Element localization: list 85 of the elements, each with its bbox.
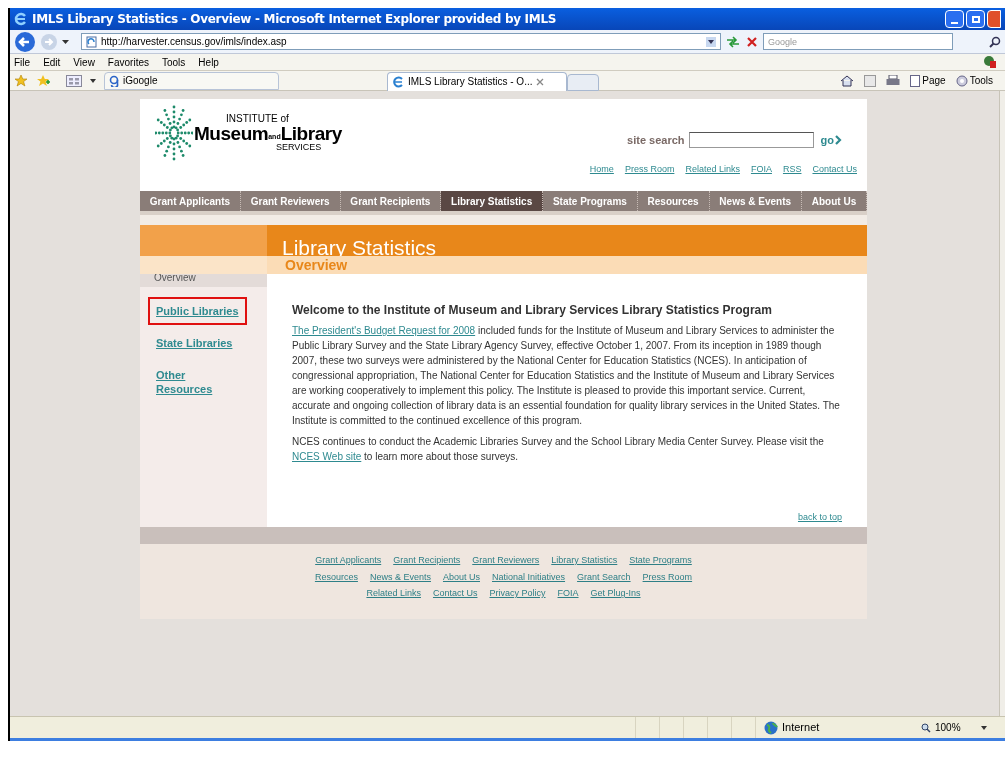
header-link[interactable]: Press Room: [624, 162, 675, 176]
menu-item[interactable]: Tools: [162, 54, 186, 70]
nav-tab[interactable]: Library Statistics: [441, 191, 544, 211]
banner-title: Library Statistics: [282, 236, 437, 259]
sidebar-link[interactable]: Public Libraries: [150, 299, 245, 323]
restore-button[interactable]: [966, 10, 985, 28]
back-button-icon[interactable]: [14, 30, 36, 53]
printer-icon[interactable]: [886, 74, 901, 87]
back-to-top-link[interactable]: back to top: [797, 510, 842, 524]
header-link[interactable]: Contact Us: [812, 162, 857, 176]
quick-tabs-icon[interactable]: [66, 74, 82, 87]
close-tab-icon[interactable]: [536, 77, 545, 86]
footer-link[interactable]: Contact Us: [432, 587, 478, 601]
feed-icon[interactable]: [864, 74, 877, 87]
minimize-button[interactable]: [945, 10, 964, 28]
footer-link[interactable]: National Initiatives: [492, 570, 566, 584]
stop-icon[interactable]: [745, 34, 759, 49]
menu-item[interactable]: Edit: [43, 54, 61, 70]
content-heading: Welcome to the Institute of Museum and Library Services Library Statistics Program: [292, 302, 773, 319]
logo-text: Museum: [194, 124, 269, 143]
command-button[interactable]: Page: [910, 73, 946, 88]
home-icon[interactable]: [840, 74, 855, 87]
search-field[interactable]: Google: [763, 33, 953, 50]
menu-item[interactable]: Favorites: [107, 54, 149, 70]
go-button[interactable]: go: [820, 132, 842, 149]
search-icon[interactable]: [989, 35, 1001, 48]
footer-link[interactable]: Privacy Policy: [489, 587, 546, 601]
sidebar-link[interactable]: Other Resources: [150, 363, 245, 401]
banner-subtitle: Overview: [285, 256, 348, 275]
favorite-link[interactable]: iGoogle: [104, 71, 279, 90]
footer-link[interactable]: Grant Recipients: [393, 554, 461, 568]
zoom-icon: [921, 722, 931, 733]
footer-link[interactable]: About Us: [442, 570, 480, 584]
menu-item[interactable]: Help: [198, 54, 219, 70]
footer-link[interactable]: Get Plug-Ins: [590, 587, 641, 601]
menu-item[interactable]: File: [14, 54, 31, 70]
paragraph: NCES continues to conduct the Academic Libraries Survey and the School Library Media Center Survey. Please visit the NCES Web site to learn more about those surveys.: [292, 435, 825, 464]
footer-link[interactable]: Press Room: [642, 570, 693, 584]
dropdown-icon[interactable]: [62, 39, 69, 44]
security-zone: Internet: [782, 720, 820, 736]
site-search-field[interactable]: [688, 132, 814, 149]
dots-burst-icon: [155, 104, 193, 162]
add-favorite-icon[interactable]: [36, 73, 50, 88]
dropdown-icon[interactable]: [706, 36, 716, 47]
menu-item[interactable]: View: [73, 54, 95, 70]
footer-link[interactable]: Grant Reviewers: [472, 554, 540, 568]
footer-link[interactable]: Grant Applicants: [315, 554, 382, 568]
browser-logo-icon: [392, 75, 404, 88]
footer-link[interactable]: Library Statistics: [551, 554, 618, 568]
logo-text: SERVICES: [276, 143, 322, 152]
logo-text: Library: [280, 124, 342, 143]
gear-icon: [955, 74, 968, 87]
page-icon: [86, 35, 97, 48]
header-link[interactable]: RSS: [782, 162, 802, 176]
text-link[interactable]: NCES Web site: [292, 451, 362, 462]
dropdown-icon[interactable]: [90, 78, 96, 83]
zoom-level[interactable]: 100%: [935, 720, 961, 735]
browser-logo-icon: [14, 12, 28, 26]
footer-link[interactable]: State Programs: [629, 554, 692, 568]
dropdown-icon[interactable]: [980, 725, 987, 730]
page-icon: [910, 74, 921, 87]
close-button[interactable]: [987, 10, 1001, 28]
logo-text: INSTITUTE of: [226, 114, 290, 124]
globe-icon: [764, 720, 778, 735]
address-field[interactable]: http://harvester.census.gov/imls/index.asp: [81, 33, 721, 50]
footer-link[interactable]: Grant Search: [577, 570, 631, 584]
refresh-icon[interactable]: [725, 34, 741, 49]
site-icon: [109, 74, 119, 87]
header-link[interactable]: Home: [589, 162, 614, 176]
footer-link[interactable]: Resources: [314, 570, 358, 584]
footer-link[interactable]: News & Events: [369, 570, 431, 584]
browser-tab[interactable]: IMLS Library Statistics - O...: [387, 71, 567, 91]
window-title: IMLS Library Statistics - Overview - Microsoft Internet Explorer provided by IMLS: [32, 11, 557, 28]
sidebar-link[interactable]: State Libraries: [150, 331, 245, 355]
chevron-icon: [835, 135, 842, 146]
text-link[interactable]: The President's Budget Request for 2008: [292, 325, 476, 336]
toolbar-icon[interactable]: [983, 55, 997, 69]
favorites-star-icon[interactable]: [14, 73, 28, 88]
header-link[interactable]: Related Links: [685, 162, 740, 176]
search-label: site search: [627, 133, 685, 148]
command-button[interactable]: Tools: [955, 73, 993, 88]
header-link[interactable]: FOIA: [750, 162, 772, 176]
footer-link[interactable]: FOIA: [557, 587, 579, 601]
footer-link[interactable]: Related Links: [366, 587, 421, 601]
paragraph: The President's Budget Request for 2008 included funds for the Institute of Museum and Library Services to administer the Public Library Survey and the State Library Agency Survey, effective October 1, 2007. From its inception in 1989 though 2007, these two surveys were administered by the National Center for Education Statistics (NCES). In anticipation of congressional appropriation, The National Center for Education Statistics and the Institute of Museum and Library Services are working cooperatively to implement this policy. The Institute is pleased to provide this important service. Current, accurate and ongoing collection of library data is an essential foundation for quality library services in the United States. The Institute is committed to the continued excellence of this program.: [292, 324, 841, 428]
